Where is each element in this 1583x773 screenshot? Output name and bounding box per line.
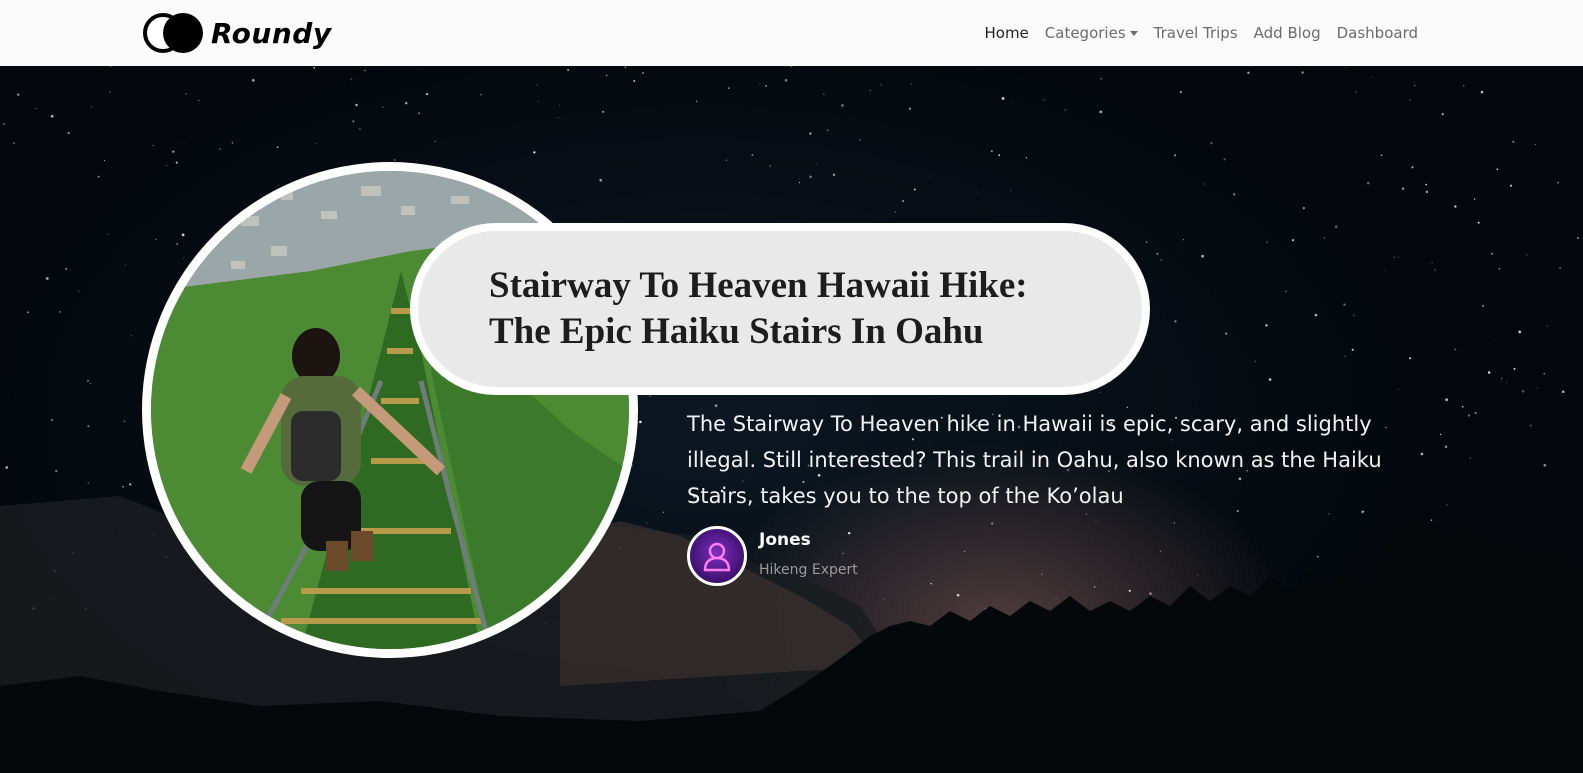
- post-title[interactable]: Stairway To Heaven Hawaii Hike: The Epic…: [489, 263, 1089, 355]
- logo-icon: [143, 12, 207, 54]
- main-nav: Home Categories Travel Trips Add Blog Da…: [968, 0, 1418, 66]
- nav-home[interactable]: Home: [984, 24, 1028, 42]
- user-icon: [703, 542, 731, 572]
- hero-section: Stairway To Heaven Hawaii Hike: The Epic…: [0, 66, 1583, 773]
- avatar[interactable]: [687, 526, 747, 586]
- post-excerpt: The Stairway To Heaven hike in Hawaii is…: [687, 412, 1382, 508]
- brand-logo[interactable]: Roundy: [143, 12, 332, 54]
- navbar: Roundy Home Categories Travel Trips Add …: [0, 0, 1583, 66]
- nav-travel-trips[interactable]: Travel Trips: [1154, 24, 1238, 42]
- author-block: Jones Hikeng Expert: [687, 526, 858, 586]
- title-card: Stairway To Heaven Hawaii Hike: The Epic…: [410, 223, 1150, 395]
- author-name[interactable]: Jones: [759, 530, 858, 550]
- nav-dashboard[interactable]: Dashboard: [1337, 24, 1418, 42]
- caret-down-icon: [1129, 30, 1138, 36]
- nav-categories-dropdown[interactable]: Categories: [1045, 24, 1138, 42]
- brand-name: Roundy: [211, 16, 332, 50]
- author-role: Hikeng Expert: [759, 562, 858, 578]
- nav-add-blog[interactable]: Add Blog: [1254, 24, 1321, 42]
- nav-categories-label: Categories: [1044, 24, 1126, 42]
